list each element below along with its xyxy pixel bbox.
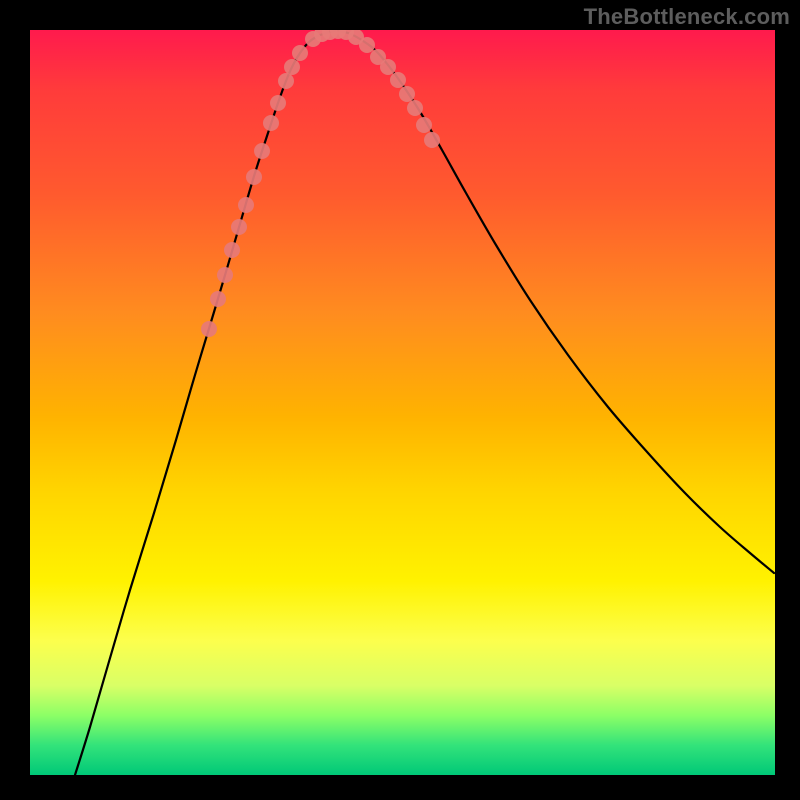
data-point [380, 59, 396, 75]
data-point [292, 45, 308, 61]
data-point [201, 321, 217, 337]
data-point [254, 143, 270, 159]
curve-left-path [75, 31, 335, 775]
data-point [399, 86, 415, 102]
data-point [224, 242, 240, 258]
data-point [270, 95, 286, 111]
data-point [246, 169, 262, 185]
left-curve [75, 31, 335, 775]
marker-group [201, 30, 440, 337]
data-point [263, 115, 279, 131]
data-point [407, 100, 423, 116]
data-point [284, 59, 300, 75]
data-point [278, 73, 294, 89]
chart-canvas: TheBottleneck.com [0, 0, 800, 800]
curve-layer [30, 30, 775, 775]
data-point [424, 132, 440, 148]
data-point [238, 197, 254, 213]
data-point [390, 72, 406, 88]
data-point [217, 267, 233, 283]
curve-right-path [338, 31, 774, 573]
data-point [231, 219, 247, 235]
data-point [210, 291, 226, 307]
data-point [416, 117, 432, 133]
right-curve [338, 31, 774, 573]
plot-area [30, 30, 775, 775]
data-point [359, 37, 375, 53]
watermark-text: TheBottleneck.com [584, 4, 790, 30]
